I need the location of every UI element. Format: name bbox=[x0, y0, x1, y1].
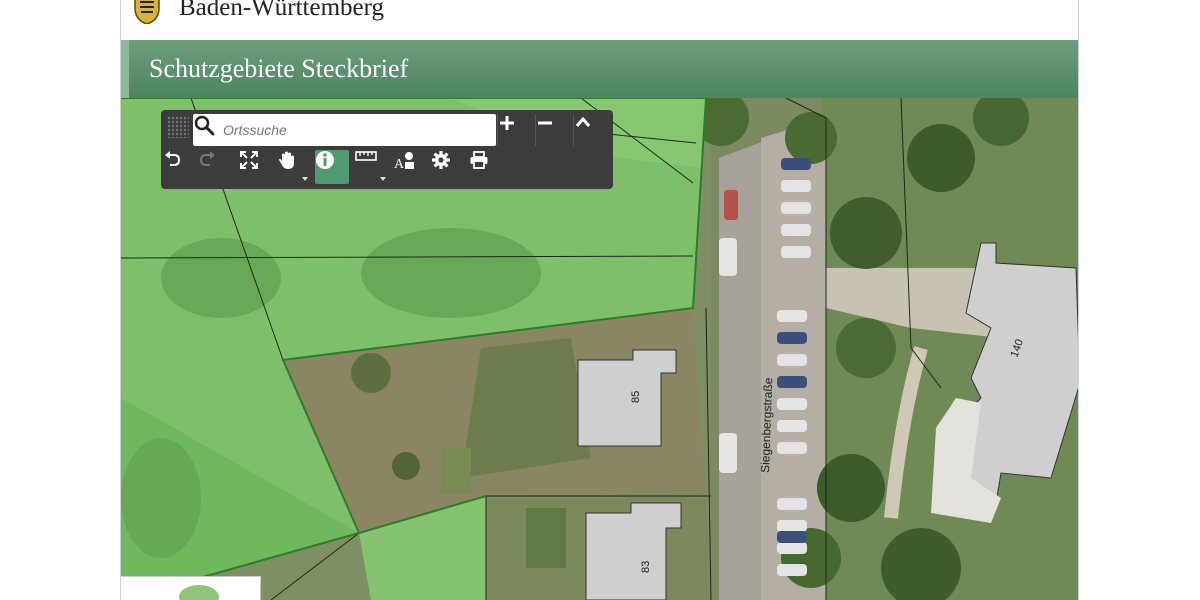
info-icon bbox=[316, 151, 334, 169]
zoom-in-button[interactable] bbox=[497, 114, 535, 146]
gear-icon bbox=[432, 151, 450, 169]
coat-of-arms-logo bbox=[134, 0, 160, 24]
drag-grip-icon[interactable] bbox=[167, 116, 189, 138]
undo-button[interactable] bbox=[163, 150, 197, 184]
info-tool-button[interactable] bbox=[315, 150, 349, 184]
chevron-down-icon bbox=[380, 177, 386, 181]
page-title: Schutzgebiete Steckbrief bbox=[149, 54, 409, 83]
overview-map-button[interactable] bbox=[121, 576, 261, 600]
ruler-icon bbox=[355, 151, 377, 161]
redo-button[interactable] bbox=[199, 150, 233, 184]
header: Baden-Württemberg bbox=[121, 0, 1078, 40]
building-label-83: 83 bbox=[640, 561, 652, 573]
chevron-up-icon bbox=[575, 116, 591, 127]
search-box bbox=[193, 114, 496, 146]
plus-icon bbox=[500, 116, 514, 130]
minus-icon bbox=[538, 121, 552, 125]
zoom-out-button[interactable] bbox=[535, 114, 573, 146]
expand-icon bbox=[240, 151, 258, 169]
undo-icon bbox=[165, 151, 181, 166]
text-shape-icon: A bbox=[394, 152, 414, 170]
svg-text:A: A bbox=[394, 157, 405, 170]
hand-icon bbox=[279, 151, 294, 169]
full-extent-button[interactable] bbox=[239, 150, 273, 184]
print-button[interactable] bbox=[469, 150, 503, 184]
state-name: Baden-Württemberg bbox=[179, 0, 385, 21]
pan-tool-button[interactable] bbox=[277, 150, 311, 184]
settings-button[interactable] bbox=[431, 150, 465, 184]
redo-icon bbox=[199, 151, 215, 166]
map-toolbar: A bbox=[161, 110, 613, 189]
measure-tool-button[interactable] bbox=[355, 150, 389, 184]
leaf-icon bbox=[179, 585, 219, 600]
search-icon[interactable] bbox=[193, 114, 215, 136]
title-bar: Schutzgebiete Steckbrief bbox=[121, 40, 1078, 98]
label-tool-button[interactable]: A bbox=[393, 150, 427, 184]
app-frame: Baden-Württemberg Schutzgebiete Steckbri… bbox=[120, 0, 1079, 600]
building-label-85: 85 bbox=[630, 391, 642, 403]
map-view[interactable]: 85 83 140 Siegenbergstraße Ortssuche A bbox=[121, 98, 1078, 600]
chevron-down-icon bbox=[302, 177, 308, 181]
search-input[interactable] bbox=[223, 118, 488, 142]
collapse-toolbar-button[interactable] bbox=[573, 114, 611, 146]
printer-icon bbox=[470, 151, 488, 169]
